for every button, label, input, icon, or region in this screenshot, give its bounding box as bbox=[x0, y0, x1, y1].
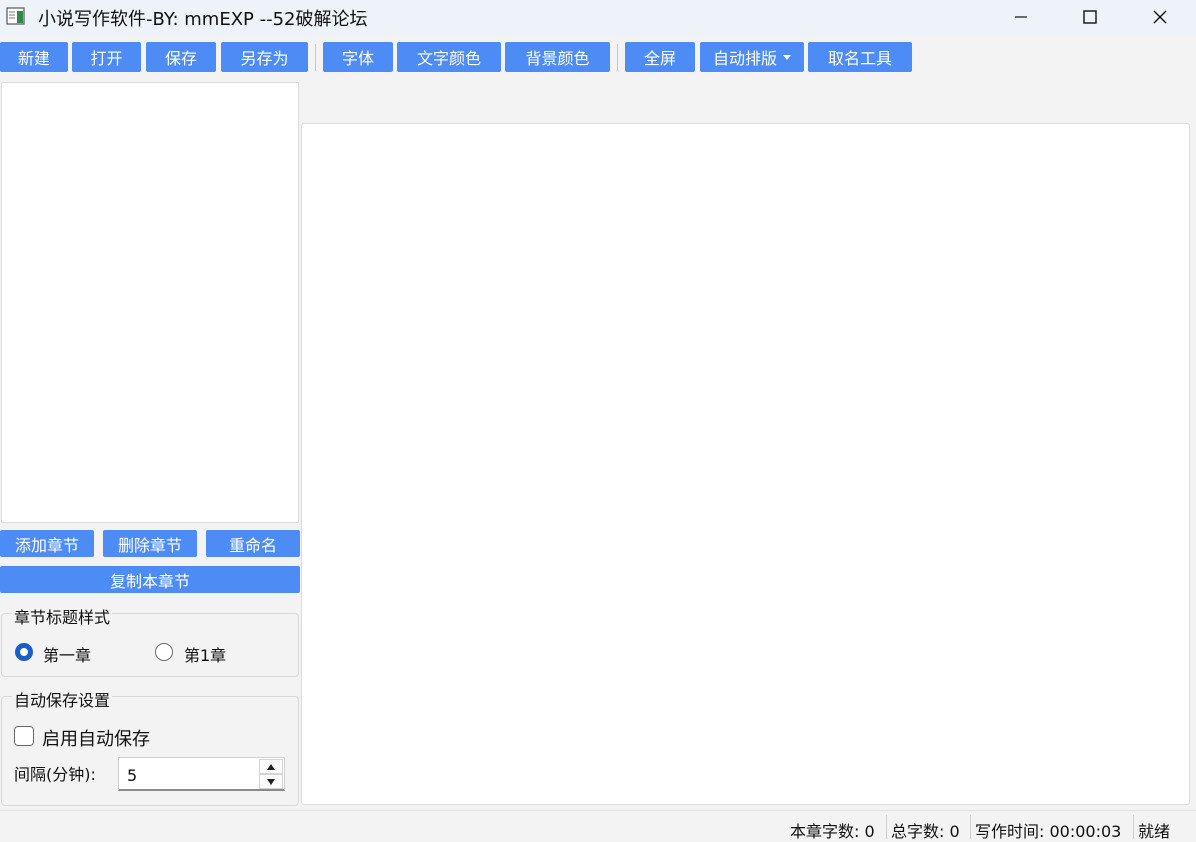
arrow-up-icon bbox=[267, 764, 275, 770]
copy-chapter-button[interactable]: 复制本章节 bbox=[0, 566, 300, 593]
interval-label: 间隔(分钟): bbox=[14, 761, 96, 785]
toolbar-separator bbox=[315, 44, 316, 71]
auto-layout-dropdown[interactable]: 自动排版 bbox=[700, 42, 804, 72]
autosave-checkbox[interactable] bbox=[14, 726, 34, 746]
status-separator bbox=[1133, 815, 1134, 839]
naming-tool-button[interactable]: 取名工具 bbox=[808, 42, 912, 72]
chapter-list[interactable] bbox=[1, 82, 299, 523]
autosave-enable-label: 启用自动保存 bbox=[42, 725, 150, 751]
title-bar: 小说写作软件-BY: mmEXP --52破解论坛 bbox=[0, 0, 1196, 36]
status-state: 就绪 bbox=[1138, 818, 1170, 842]
save-as-button[interactable]: 另存为 bbox=[221, 42, 308, 72]
delete-chapter-button[interactable]: 删除章节 bbox=[103, 530, 197, 557]
close-button[interactable] bbox=[1125, 0, 1195, 34]
minimize-icon bbox=[1013, 9, 1029, 25]
maximize-icon bbox=[1082, 9, 1098, 25]
background-color-button[interactable]: 背景颜色 bbox=[505, 42, 610, 72]
save-button[interactable]: 保存 bbox=[146, 42, 216, 72]
spin-down-button[interactable] bbox=[259, 774, 283, 789]
spin-up-button[interactable] bbox=[259, 759, 283, 774]
open-button[interactable]: 打开 bbox=[72, 42, 141, 72]
chapter-word-count: 本章字数: 0 bbox=[790, 818, 875, 842]
editor-textarea[interactable] bbox=[301, 123, 1190, 805]
new-button[interactable]: 新建 bbox=[0, 42, 68, 72]
minimize-button[interactable] bbox=[986, 0, 1056, 34]
maximize-button[interactable] bbox=[1055, 0, 1125, 34]
close-icon bbox=[1152, 9, 1168, 25]
interval-value: 5 bbox=[127, 766, 137, 785]
status-separator bbox=[970, 815, 971, 839]
fullscreen-button[interactable]: 全屏 bbox=[625, 42, 695, 72]
status-bar: 本章字数: 0 总字数: 0 写作时间: 00:00:03 就绪 bbox=[0, 810, 1196, 841]
radio-label-arabic: 第1章 bbox=[184, 642, 226, 666]
rename-chapter-button[interactable]: 重命名 bbox=[206, 530, 300, 557]
radio-label-chinese: 第一章 bbox=[43, 642, 91, 666]
title-style-legend: 章节标题样式 bbox=[12, 604, 112, 628]
app-icon bbox=[6, 6, 28, 26]
status-separator bbox=[886, 815, 887, 839]
interval-spinbox[interactable]: 5 bbox=[118, 757, 285, 791]
add-chapter-button[interactable]: 添加章节 bbox=[0, 530, 94, 557]
total-word-count: 总字数: 0 bbox=[891, 818, 960, 842]
font-button[interactable]: 字体 bbox=[323, 42, 393, 72]
toolbar-separator bbox=[617, 44, 618, 71]
arrow-down-icon bbox=[267, 779, 275, 785]
auto-layout-label: 自动排版 bbox=[713, 45, 777, 69]
autosave-legend: 自动保存设置 bbox=[12, 687, 112, 711]
chevron-down-icon bbox=[783, 55, 791, 60]
radio-title-style-chinese[interactable] bbox=[15, 643, 33, 661]
text-color-button[interactable]: 文字颜色 bbox=[397, 42, 501, 72]
radio-title-style-arabic[interactable] bbox=[155, 643, 173, 661]
writing-time: 写作时间: 00:00:03 bbox=[975, 818, 1121, 842]
window-title: 小说写作软件-BY: mmEXP --52破解论坛 bbox=[38, 5, 368, 31]
